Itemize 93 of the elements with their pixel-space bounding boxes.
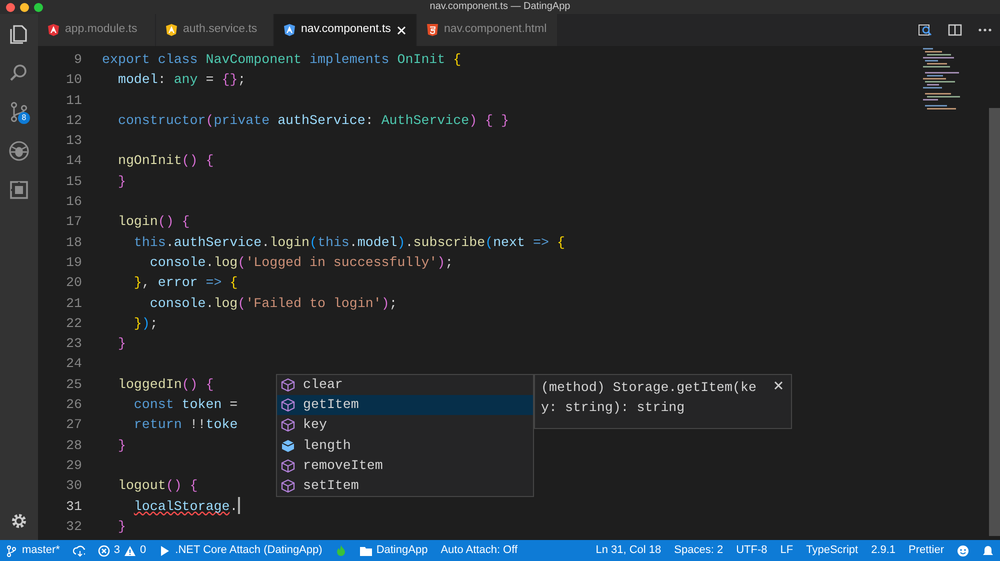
code-line: return !!toke [132,416,238,434]
line-number: 25 [65,376,83,394]
status-item[interactable]: 2.9.1 [871,542,896,559]
code-line: } [116,518,126,536]
folder-icon[interactable] [360,544,372,556]
line-number: 30 [65,477,83,496]
line-number: 17 [65,213,83,232]
window-title: nav.component.ts — DatingApp [430,1,570,12]
suggestion-item[interactable]: setItem [277,476,533,496]
code-line: } [116,436,126,455]
line-number: 18 [65,234,83,252]
suggestion-item[interactable]: getItem [277,395,533,416]
find-icon[interactable] [918,23,932,37]
cube-icon [281,398,295,412]
cube-icon [281,418,295,432]
smiley-icon[interactable] [957,544,969,556]
close-icon[interactable] [774,381,783,390]
code-line: export class NavComponent implements OnInit { [102,51,462,69]
scrollbar[interactable] [989,108,1000,536]
cube-icon [281,479,295,494]
zoom-button[interactable] [34,3,43,12]
code-line: } [116,335,126,354]
editor-tab[interactable]: nav.component.html [416,14,558,46]
code-line: console.log('Failed to login'); [148,294,398,313]
settings-icon[interactable] [10,512,28,530]
line-number: 24 [65,355,83,374]
status-item[interactable]: .NET Core Attach (DatingApp) [175,542,322,559]
count-badge: 8 [18,112,30,124]
line-number: 22 [65,314,83,333]
error-count[interactable]: 3 [114,542,120,559]
line-number: 28 [65,436,83,455]
line-number: 29 [65,456,83,475]
minimize-button[interactable] [20,3,29,12]
line-number: 12 [65,112,83,130]
signature-text: y: string): string [541,398,686,417]
bell-icon[interactable] [982,544,994,556]
status-item[interactable]: Auto Attach: Off [440,542,518,559]
line-number: 10 [65,71,83,90]
editor-tab[interactable]: app.module.ts [38,14,156,46]
suggestion-item[interactable]: removeItem [277,456,533,476]
status-item[interactable]: LF [780,542,794,559]
editor-tab[interactable]: auth.service.ts [156,14,274,46]
code-line: const token = [132,396,238,414]
line-number: 13 [65,132,83,150]
line-number: 9 [73,51,83,69]
code-line: model: any = {}; [116,71,246,90]
warning-icon [124,544,136,556]
play-icon[interactable] [159,544,172,556]
editor-tab[interactable]: nav.component.ts [274,14,417,46]
status-item[interactable]: Spaces: 2 [674,542,724,559]
code-line: ngOnInit() { [116,152,214,170]
error-icon [98,544,110,556]
suggestion-item[interactable]: length [277,436,533,456]
property-icon [281,438,295,453]
cube-icon [281,378,295,392]
code-line: constructor(private authService: AuthService) { } [116,112,509,130]
status-item[interactable]: TypeScript [806,542,858,559]
status-item[interactable]: DatingApp [376,542,428,559]
code-line: localStorage. [132,498,238,516]
line-number: 14 [65,152,83,170]
code-line: login() { [116,213,190,232]
signature-text: (method) Storage.getItem(ke [541,379,758,397]
status-item[interactable]: Ln 31, Col 18 [596,542,662,559]
line-number: 26 [65,396,83,414]
line-number: 11 [65,92,83,110]
bug-icon[interactable] [7,138,31,162]
status-item[interactable]: UTF-8 [736,542,768,559]
line-number: 15 [65,172,83,191]
code-line: }); [132,314,158,333]
code-line: } [116,172,126,191]
status-item[interactable]: Prettier [908,542,944,559]
branch-icon[interactable] [6,544,18,556]
code-line: logout() { [116,477,198,496]
line-number: 20 [65,274,83,292]
code-line: console.log('Logged in successfully'); [148,254,454,272]
sync-icon[interactable] [72,544,85,556]
line-number: 31 [65,498,83,516]
line-number: 16 [65,193,83,212]
code-line: loggedIn() { [116,376,214,394]
status-item[interactable]: master* [22,542,60,559]
code-line: }, error => { [132,274,238,292]
code-line: this.authService.login(this.model).subscribe(next => { [132,234,565,252]
split-editor-icon[interactable] [948,23,962,37]
warning-count[interactable]: 0 [140,542,146,559]
line-number: 23 [65,335,83,354]
suggestion-item[interactable]: clear [277,375,533,396]
line-number: 32 [65,518,83,536]
line-number: 21 [65,294,83,313]
close-button[interactable] [6,3,15,12]
suggestion-item[interactable]: key [277,415,533,436]
line-number: 27 [65,416,83,434]
cube-icon [281,458,295,473]
line-number: 19 [65,254,83,272]
